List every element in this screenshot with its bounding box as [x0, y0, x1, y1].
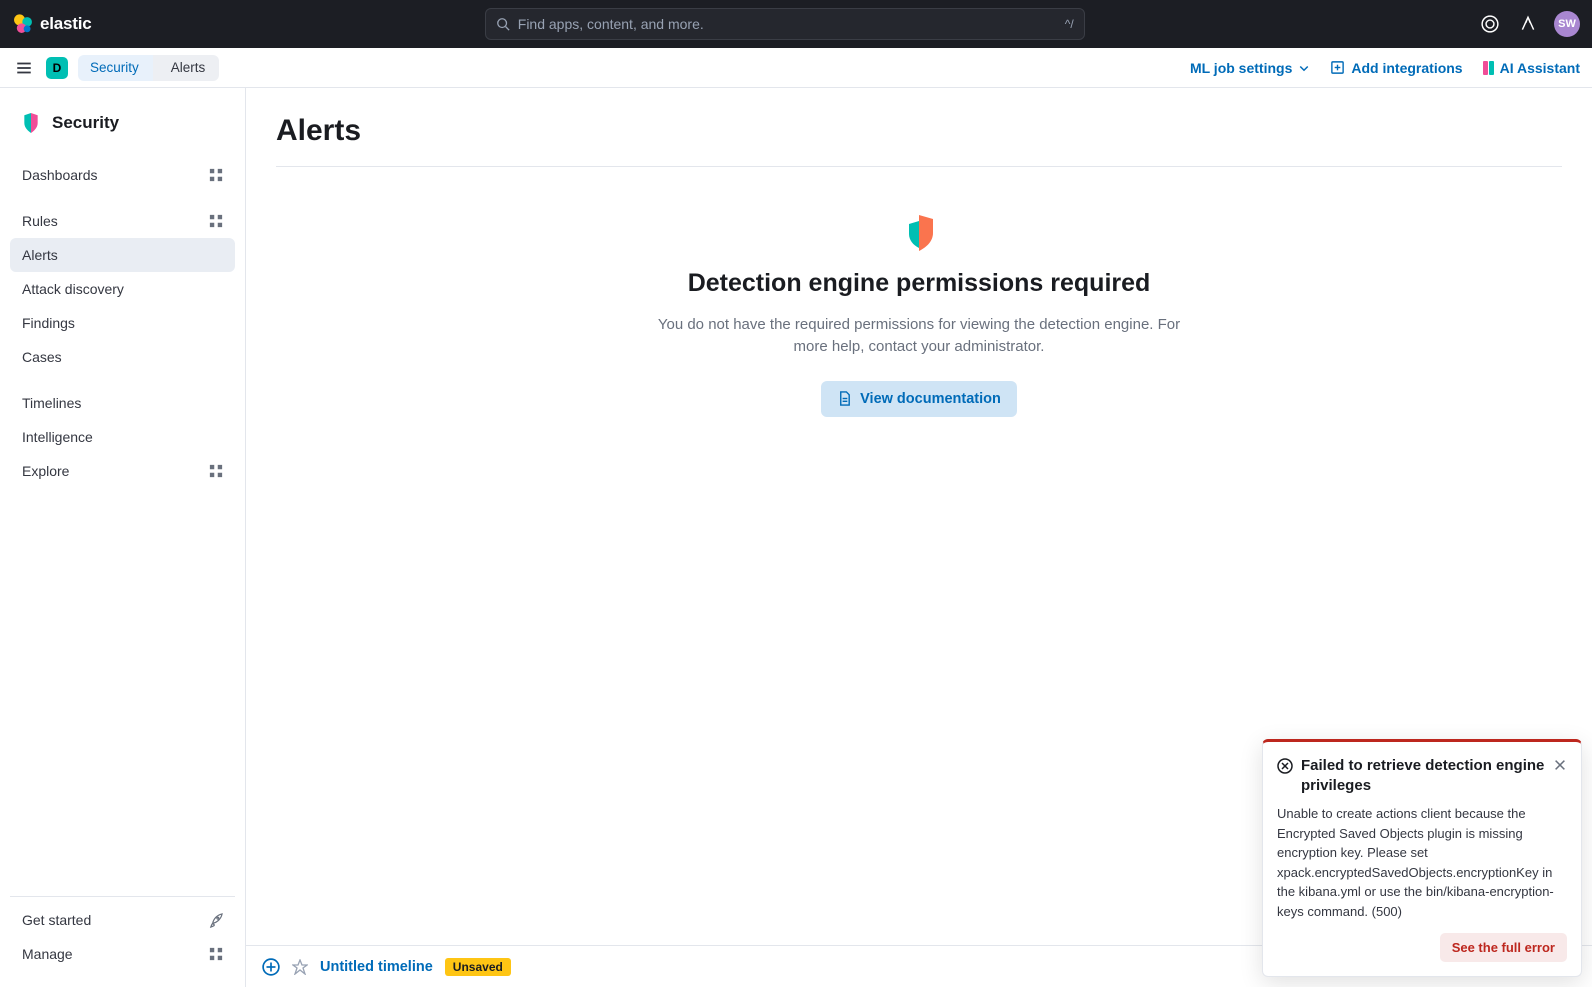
sidebar-item-timelines[interactable]: Timelines: [10, 386, 235, 420]
timeline-unsaved-badge: Unsaved: [445, 958, 511, 976]
document-icon: [837, 391, 852, 406]
space-letter: D: [53, 61, 62, 75]
chevron-down-icon: [1298, 62, 1310, 74]
sidebar-item-manage[interactable]: Manage: [10, 937, 235, 971]
header-left: elastic: [12, 13, 92, 35]
elastic-logo-text: elastic: [40, 14, 92, 34]
timeline-title[interactable]: Untitled timeline: [320, 959, 433, 975]
shield-icon: [901, 215, 937, 251]
sidebar-item-alerts[interactable]: Alerts: [10, 238, 235, 272]
sidebar-item-cases[interactable]: Cases: [10, 340, 235, 374]
sidebar-item-get-started[interactable]: Get started: [10, 903, 235, 937]
sidebar-group-top: Dashboards: [10, 152, 235, 198]
search-icon: [496, 17, 510, 31]
sub-header: D Security Alerts ML job settings Add in…: [0, 48, 1592, 88]
elastic-logo-icon: [12, 13, 34, 35]
grid-icon: [209, 947, 223, 961]
user-avatar[interactable]: SW: [1554, 11, 1580, 37]
search-shortcut: ^/: [1065, 17, 1074, 31]
rocket-icon: [208, 913, 223, 928]
empty-state: Detection engine permissions required Yo…: [639, 215, 1199, 417]
global-search-wrap: Find apps, content, and more. ^/: [485, 8, 1085, 40]
add-integrations-button[interactable]: Add integrations: [1330, 60, 1462, 76]
global-search-input[interactable]: Find apps, content, and more. ^/: [485, 8, 1085, 40]
sub-header-left: D Security Alerts: [12, 55, 219, 81]
see-full-error-button[interactable]: See the full error: [1440, 933, 1567, 962]
avatar-initials: SW: [1558, 18, 1576, 30]
toast-title: Failed to retrieve detection engine priv…: [1301, 756, 1545, 797]
sidebar-group-rules: Rules Alerts Attack discovery Findings C…: [10, 198, 235, 380]
grid-icon: [209, 168, 223, 182]
package-icon: [1330, 60, 1345, 75]
sidebar-title-row: Security: [10, 104, 235, 152]
breadcrumb-security[interactable]: Security: [78, 55, 153, 81]
sidebar-item-findings[interactable]: Findings: [10, 306, 235, 340]
error-icon: [1277, 758, 1293, 774]
ml-job-settings-button[interactable]: ML job settings: [1190, 60, 1310, 76]
security-app-icon: [20, 112, 42, 134]
sidebar-item-dashboards[interactable]: Dashboards: [10, 158, 235, 192]
nav-toggle-button[interactable]: [12, 56, 36, 80]
breadcrumbs: Security Alerts: [78, 55, 219, 81]
toast-close-button[interactable]: [1553, 758, 1567, 772]
sidebar-group-explore: Timelines Intelligence Explore: [10, 380, 235, 494]
timeline-add-button[interactable]: [262, 958, 280, 976]
search-placeholder: Find apps, content, and more.: [518, 16, 704, 32]
empty-state-title: Detection engine permissions required: [688, 267, 1151, 300]
elastic-logo[interactable]: elastic: [12, 13, 92, 35]
ai-assistant-icon: [1483, 61, 1494, 75]
sub-header-right: ML job settings Add integrations AI Assi…: [1190, 60, 1580, 76]
global-header: elastic Find apps, content, and more. ^/…: [0, 0, 1592, 48]
view-documentation-button[interactable]: View documentation: [821, 381, 1017, 417]
header-right: SW: [1478, 11, 1580, 37]
page-title: Alerts: [276, 114, 1562, 167]
error-toast: Failed to retrieve detection engine priv…: [1262, 739, 1582, 978]
toast-header: Failed to retrieve detection engine priv…: [1277, 756, 1567, 797]
sidebar-item-explore[interactable]: Explore: [10, 454, 235, 488]
breadcrumb-alerts: Alerts: [153, 55, 220, 81]
sidebar-item-rules[interactable]: Rules: [10, 204, 235, 238]
sidebar-title: Security: [52, 113, 119, 133]
sidebar-item-intelligence[interactable]: Intelligence: [10, 420, 235, 454]
sidebar-item-attack-discovery[interactable]: Attack discovery: [10, 272, 235, 306]
space-selector[interactable]: D: [46, 57, 68, 79]
empty-state-text: You do not have the required permissions…: [639, 314, 1199, 359]
grid-icon: [209, 214, 223, 228]
ai-assistant-button[interactable]: AI Assistant: [1483, 60, 1580, 76]
timeline-favorite-button[interactable]: [292, 959, 308, 975]
sidebar: Security Dashboards Rules Alerts Attack …: [0, 88, 246, 987]
help-icon[interactable]: [1478, 12, 1502, 36]
newsfeed-icon[interactable]: [1516, 12, 1540, 36]
sidebar-group-bottom: Get started Manage: [10, 896, 235, 977]
grid-icon: [209, 464, 223, 478]
toast-body: Unable to create actions client because …: [1277, 804, 1567, 921]
